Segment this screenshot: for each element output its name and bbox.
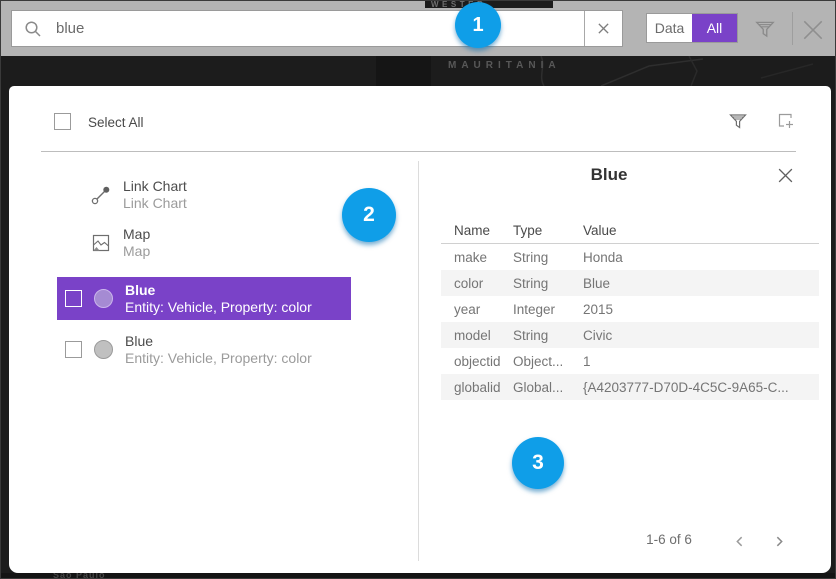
search-input[interactable] <box>42 19 584 38</box>
toolbar-divider <box>792 12 793 45</box>
cell-type: Integer <box>513 302 583 317</box>
column-type: Type <box>513 223 583 238</box>
cell-name: objectid <box>441 354 513 369</box>
map-background: MAURITANIA <box>1 56 836 86</box>
column-value: Value <box>583 223 819 238</box>
scope-all-option[interactable]: All <box>692 14 737 42</box>
table-row: objectid Object... 1 <box>441 348 819 374</box>
cell-type: Global... <box>513 380 583 395</box>
callout-2: 2 <box>342 188 396 242</box>
result-item-link-chart[interactable]: Link Chart Link Chart <box>57 178 351 212</box>
callout-1: 1 <box>455 2 501 48</box>
list-detail-divider <box>418 161 419 561</box>
callout-3: 3 <box>512 437 564 489</box>
attribute-table-header: Name Type Value <box>441 217 819 244</box>
detail-close-button[interactable] <box>777 167 794 189</box>
chevron-right-icon <box>773 535 786 548</box>
filter-icon[interactable] <box>754 18 776 45</box>
link-chart-icon <box>89 183 113 207</box>
item-title: Blue <box>125 333 312 350</box>
close-search-button[interactable] <box>801 18 825 47</box>
cell-name: model <box>441 328 513 343</box>
item-subtitle: Entity: Vehicle, Property: color <box>125 350 312 367</box>
add-to-selection-icon[interactable] <box>776 111 796 136</box>
map-background-bottom: São Paulo <box>1 573 836 579</box>
search-results-panel: Select All Link Chart Link Chart Map <box>9 86 831 573</box>
cell-name: year <box>441 302 513 317</box>
entity-circle-icon <box>94 289 113 308</box>
clear-search-button[interactable] <box>584 11 622 46</box>
item-checkbox[interactable] <box>65 341 82 358</box>
table-row: year Integer 2015 <box>441 296 819 322</box>
result-item-blue-selected[interactable]: Blue Entity: Vehicle, Property: color <box>57 277 351 320</box>
item-subtitle: Link Chart <box>123 195 187 212</box>
pagination-label: 1-6 of 6 <box>609 532 729 547</box>
cell-value: {A4203777-D70D-4C5C-9A65-C... <box>583 380 819 395</box>
search-icon <box>24 20 42 38</box>
map-label-bottom: São Paulo <box>53 573 106 579</box>
scope-data-option[interactable]: Data <box>647 14 692 42</box>
select-all-label: Select All <box>88 115 144 130</box>
result-item-map[interactable]: Map Map <box>57 226 351 260</box>
detail-title: Blue <box>419 165 799 185</box>
table-row: color String Blue <box>441 270 819 296</box>
cell-value: Civic <box>583 328 819 343</box>
entity-circle-icon <box>94 340 113 359</box>
cell-type: String <box>513 250 583 265</box>
cell-value: Honda <box>583 250 819 265</box>
map-icon <box>89 231 113 255</box>
table-row: model String Civic <box>441 322 819 348</box>
cell-value: Blue <box>583 276 819 291</box>
clear-x-icon <box>597 22 610 35</box>
cell-value: 1 <box>583 354 819 369</box>
result-item-blue[interactable]: Blue Entity: Vehicle, Property: color <box>57 328 351 371</box>
item-title: Blue <box>125 282 312 299</box>
scope-toggle: Data All <box>646 13 738 43</box>
pagination-prev-button[interactable] <box>733 535 746 553</box>
pagination-next-button[interactable] <box>773 535 786 553</box>
header-divider <box>41 151 796 152</box>
cell-type: Object... <box>513 354 583 369</box>
cell-name: color <box>441 276 513 291</box>
cell-name: globalid <box>441 380 513 395</box>
item-checkbox[interactable] <box>65 290 82 307</box>
item-title: Map <box>123 226 150 243</box>
cell-name: make <box>441 250 513 265</box>
close-x-icon <box>777 167 794 184</box>
column-name: Name <box>441 223 513 238</box>
search-box <box>11 10 623 47</box>
app-window: Data All WESTER MAURITANIA São Paulo Sel… <box>0 0 836 579</box>
item-subtitle: Entity: Vehicle, Property: color <box>125 299 312 316</box>
attribute-table: Name Type Value make String Honda color … <box>441 217 819 400</box>
table-row: make String Honda <box>441 244 819 270</box>
table-row: globalid Global... {A4203777-D70D-4C5C-9… <box>441 374 819 400</box>
cell-type: String <box>513 276 583 291</box>
item-subtitle: Map <box>123 243 150 260</box>
cell-type: String <box>513 328 583 343</box>
map-label-mauritania: MAURITANIA <box>448 60 561 71</box>
item-title: Link Chart <box>123 178 187 195</box>
results-filter-icon[interactable] <box>728 111 748 136</box>
close-x-icon <box>801 18 825 42</box>
cell-value: 2015 <box>583 302 819 317</box>
select-all-checkbox[interactable] <box>54 113 71 130</box>
search-toolbar: Data All WESTER <box>1 1 836 56</box>
chevron-left-icon <box>733 535 746 548</box>
